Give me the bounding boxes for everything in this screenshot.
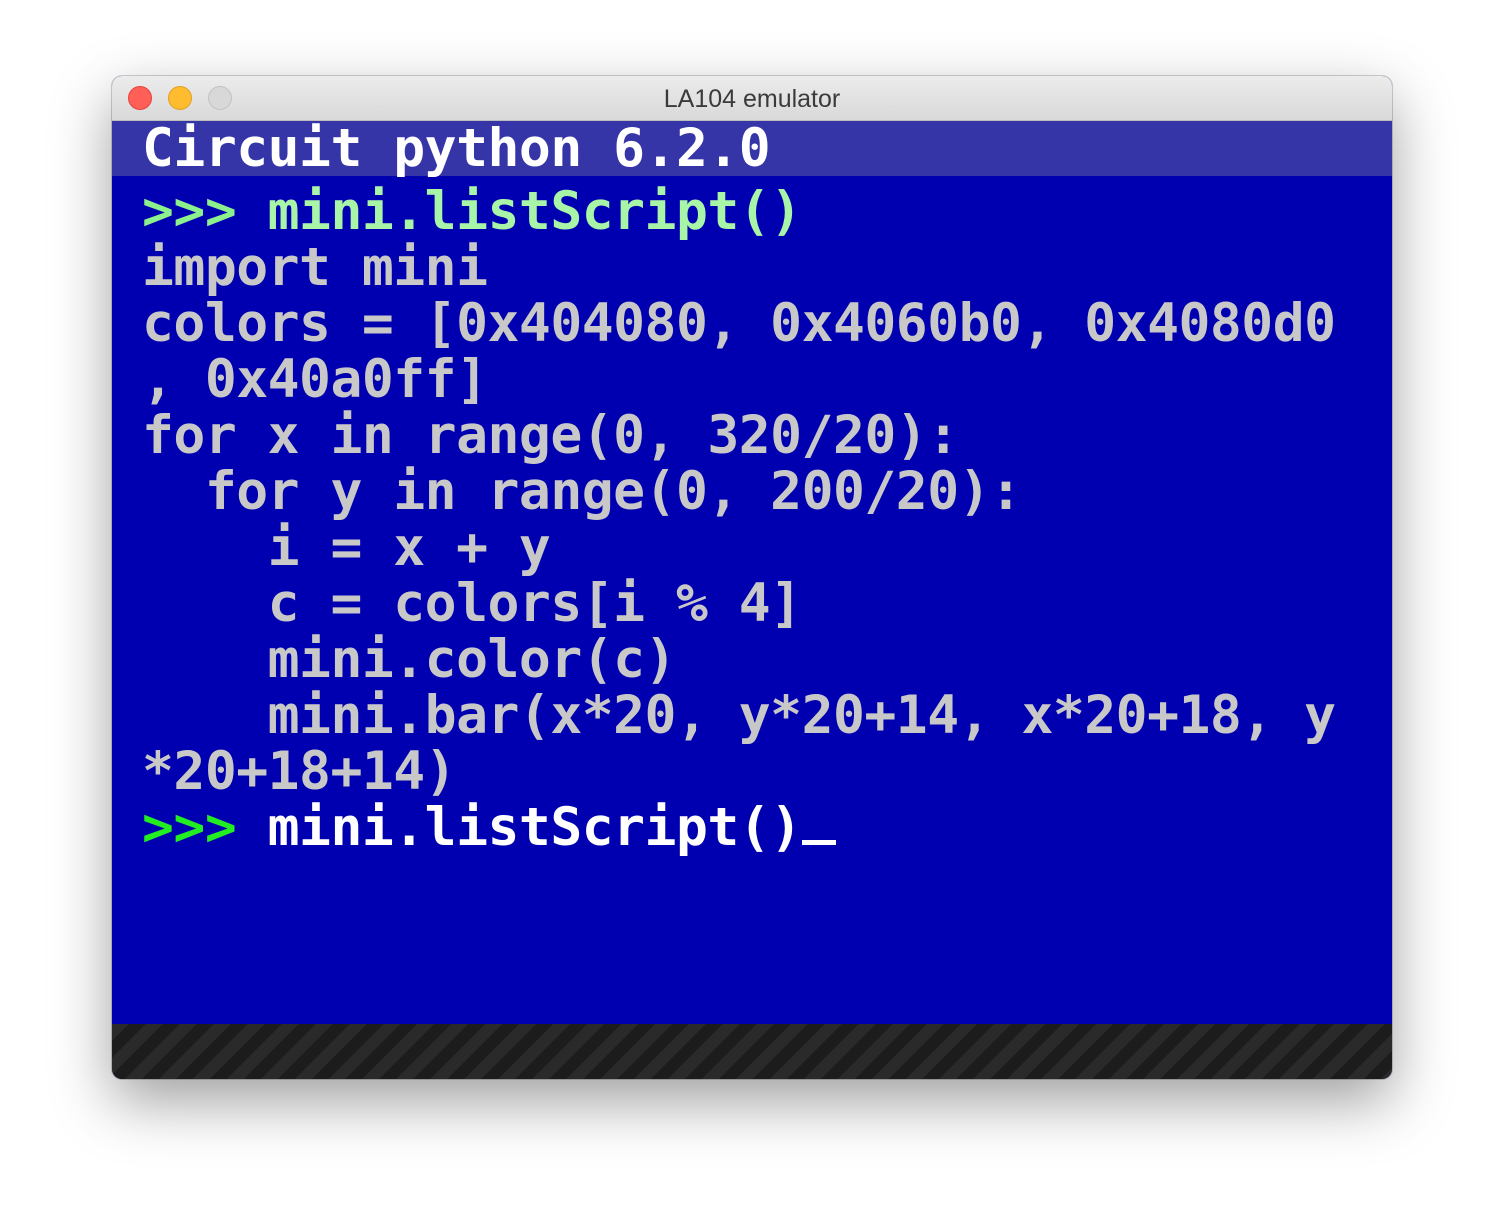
output-line-5: for y in range(0, 200/20): bbox=[142, 461, 1022, 522]
output-line-8: mini.color(c) bbox=[142, 629, 677, 690]
history-prompt: >>> bbox=[142, 181, 268, 242]
output-line-10: *20+18+14) bbox=[142, 741, 457, 802]
title-bar[interactable]: LA104 emulator bbox=[112, 76, 1392, 121]
input-command[interactable]: mini.listScript() bbox=[268, 797, 802, 858]
output-line-1: import mini bbox=[142, 237, 488, 298]
terminal-screen[interactable]: Circuit python 6.2.0 >>> mini.listScript… bbox=[112, 121, 1392, 1024]
history-command: mini.listScript() bbox=[267, 181, 802, 242]
terminal-banner: Circuit python 6.2.0 bbox=[112, 118, 1392, 179]
input-line[interactable]: >>> mini.listScript() bbox=[142, 800, 836, 856]
status-bar bbox=[112, 1024, 1392, 1079]
output-line-2: colors = [0x404080, 0x4060b0, 0x4080d0 bbox=[142, 293, 1336, 354]
output-line-9: mini.bar(x*20, y*20+14, x*20+18, y bbox=[142, 685, 1336, 746]
output-line-6: i = x + y bbox=[142, 517, 551, 578]
banner-text: Circuit python 6.2.0 bbox=[142, 118, 771, 179]
emulator-window: LA104 emulator Circuit python 6.2.0 >>> … bbox=[112, 76, 1392, 1079]
input-prompt: >>> bbox=[142, 797, 268, 858]
output-line-7: c = colors[i % 4] bbox=[142, 573, 802, 634]
history-line: >>> mini.listScript() bbox=[142, 184, 802, 240]
window-title: LA104 emulator bbox=[663, 85, 841, 113]
text-cursor bbox=[801, 840, 836, 845]
output-line-3: , 0x40a0ff] bbox=[142, 349, 488, 410]
output-line-4: for x in range(0, 320/20): bbox=[142, 405, 959, 466]
